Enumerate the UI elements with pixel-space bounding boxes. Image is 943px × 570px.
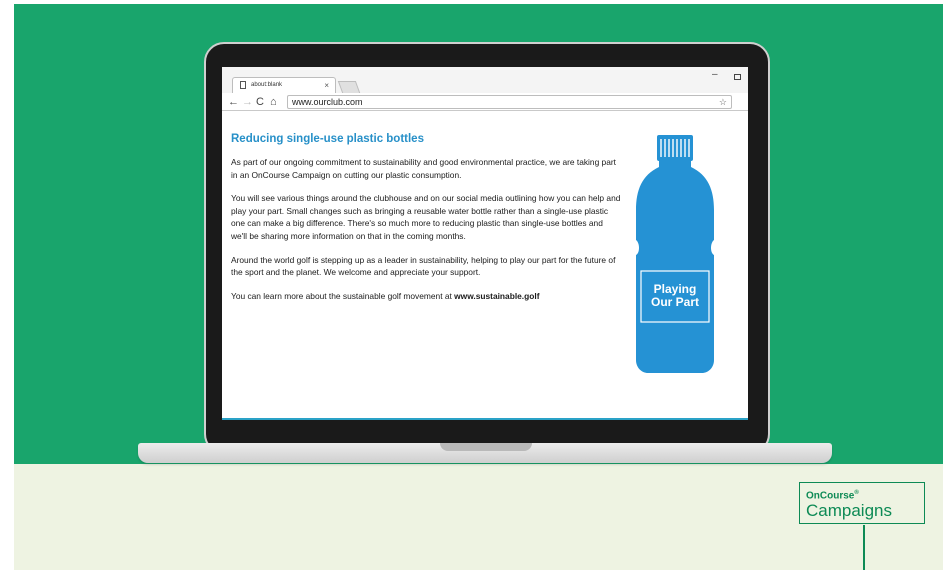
forward-icon[interactable]: → — [242, 94, 253, 110]
home-icon[interactable]: ⌂ — [270, 94, 277, 110]
sustainable-golf-link[interactable]: www.sustainable.golf — [454, 291, 539, 301]
paragraph-2: You will see various things around the c… — [231, 193, 621, 241]
reload-icon[interactable]: C — [256, 94, 264, 110]
oncourse-campaigns-logo: OnCourse® Campaigns — [799, 482, 925, 524]
page-heading: Reducing single-use plastic bottles — [231, 133, 424, 145]
tab-bar: about:blank × – — [222, 67, 748, 93]
browser-tab[interactable]: about:blank × — [232, 77, 336, 93]
page-content: Reducing single-use plastic bottles As p… — [231, 133, 621, 313]
address-bar[interactable]: www.ourclub.com ☆ — [287, 95, 732, 109]
laptop-notch — [440, 443, 532, 451]
paragraph-1: As part of our ongoing commitment to sus… — [231, 157, 616, 180]
back-icon[interactable]: ← — [228, 94, 239, 110]
url-text: www.ourclub.com — [292, 97, 363, 107]
maximize-button[interactable] — [734, 74, 741, 80]
bookmark-star-icon[interactable]: ☆ — [719, 96, 727, 108]
tab-close-button[interactable]: × — [324, 78, 329, 93]
bottle-neck — [659, 161, 691, 167]
paragraph-3: Around the world golf is stepping up as … — [231, 254, 616, 278]
page-icon — [240, 81, 246, 89]
minimize-button[interactable]: – — [712, 69, 718, 80]
logo-campaigns-text: Campaigns — [806, 501, 892, 521]
logo-oncourse-text: OnCourse® — [806, 488, 918, 501]
paragraph-4-text: You can learn more about the sustainable… — [231, 290, 455, 301]
logo-top-word: OnCourse — [806, 490, 855, 502]
browser-toolbar: ← → C ⌂ www.ourclub.com ☆ — [222, 93, 748, 111]
paragraph-4: You can learn more about the sustainable… — [231, 290, 621, 303]
logo-registered-mark: ® — [854, 490, 859, 496]
bottle-label-line-2: Our Part — [650, 295, 699, 309]
screen-bottom-edge — [222, 418, 748, 420]
logo-line — [863, 525, 865, 570]
scene: about:blank × – ← → C ⌂ www.ourclub.com … — [14, 4, 943, 570]
new-tab-button[interactable] — [337, 81, 361, 93]
water-bottle-illustration — [636, 135, 714, 373]
bottle-body — [636, 167, 714, 373]
bottle-cap — [657, 135, 693, 161]
tab-title: about:blank — [251, 82, 283, 88]
bottle-label: Playing Our Part — [639, 275, 711, 321]
